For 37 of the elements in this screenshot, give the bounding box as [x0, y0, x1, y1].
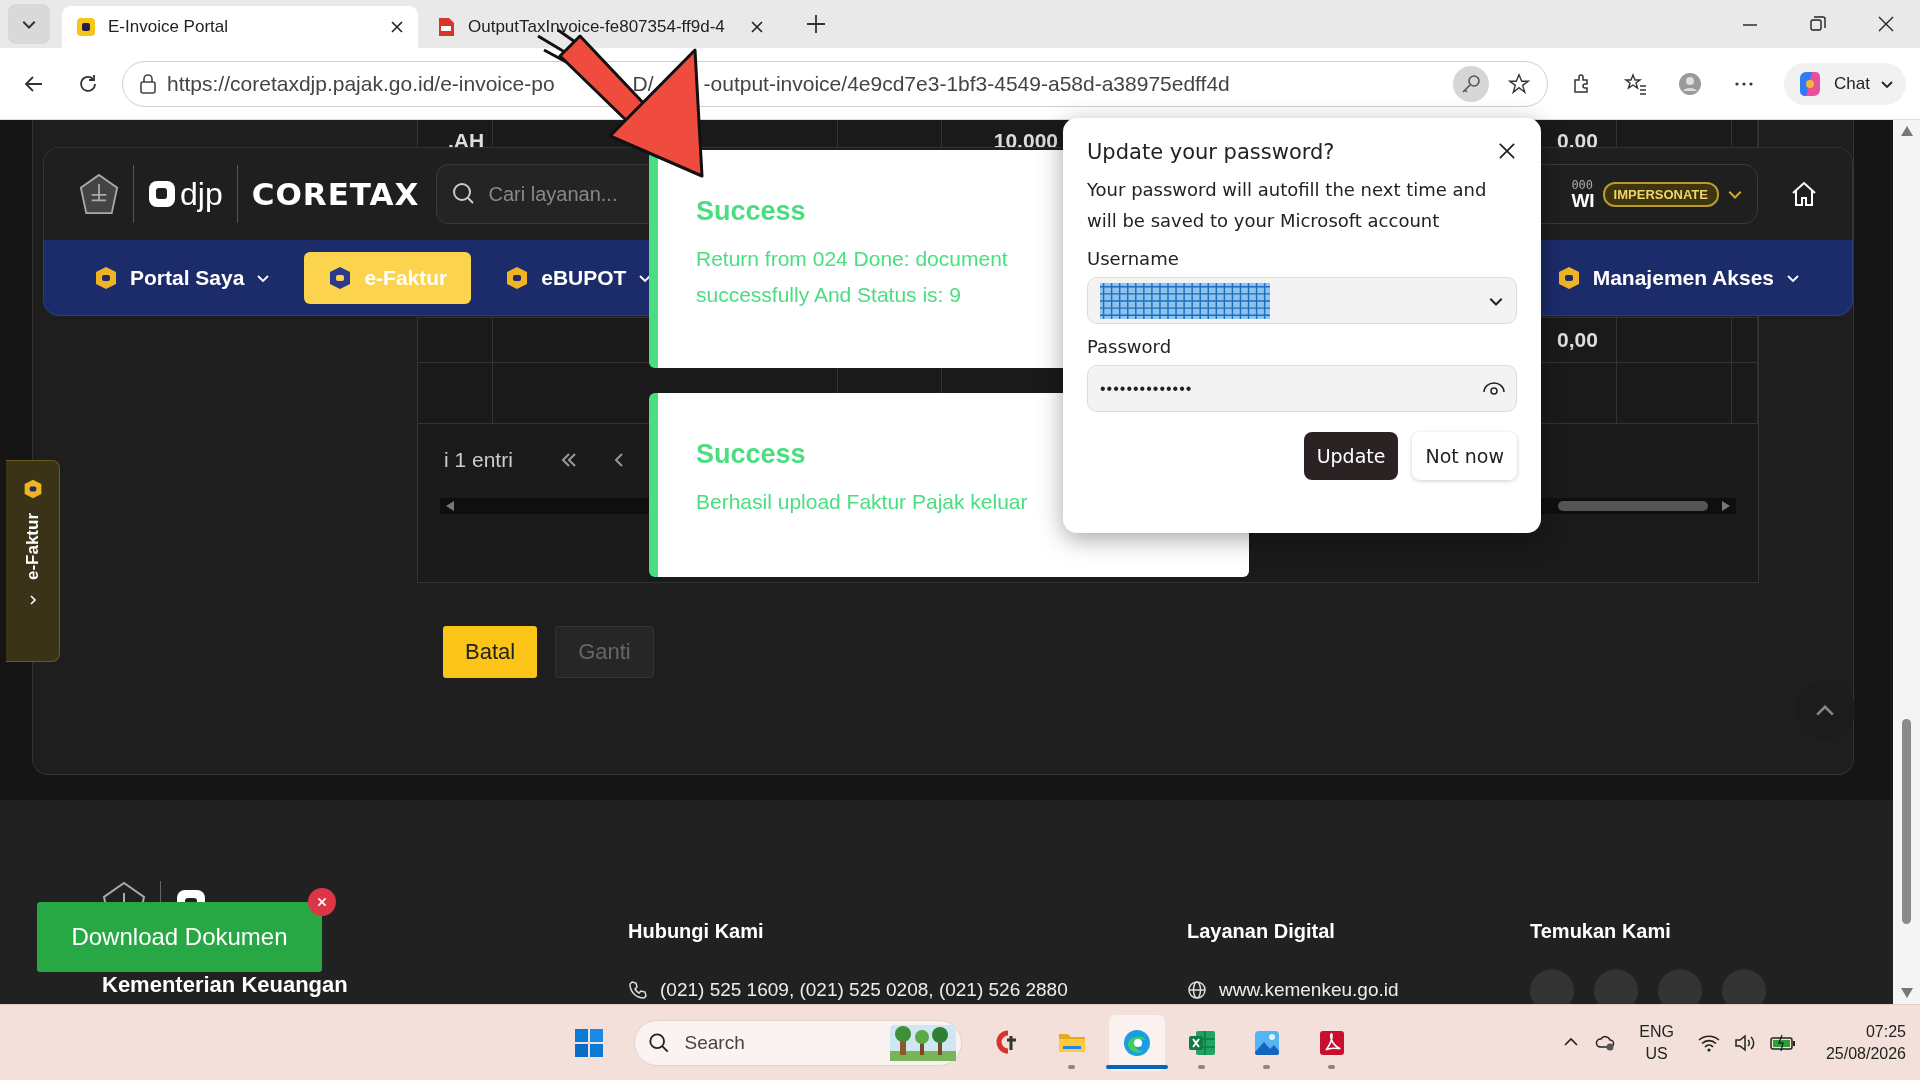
nav-menu-item[interactable]: Manajemen Akses	[1544, 251, 1812, 304]
url-text: https://coretaxdjp.pajak.go.id/e-invoice-po	[167, 71, 555, 96]
language-button[interactable]: ENG US	[1639, 1021, 1674, 1065]
logo-text: djp	[180, 175, 223, 213]
chat-button[interactable]: Chat	[1784, 62, 1906, 105]
tab-title: E-Invoice Portal	[108, 17, 229, 37]
not-now-button[interactable]: Not now	[1412, 432, 1517, 480]
field-label: Password	[1087, 336, 1173, 357]
url-text: D/	[632, 71, 654, 96]
clock[interactable]: 07:25 25/08/2026	[1825, 1021, 1906, 1065]
update-button[interactable]: Update	[1303, 432, 1399, 480]
footer-heading: Temukan Kami	[1530, 920, 1672, 943]
password-field[interactable]: ••••••••••••••	[1087, 365, 1517, 412]
toast-message: Berhasil upload Faktur Pajak keluar	[696, 489, 1028, 515]
organization-name: Kementerian Keuangan	[102, 972, 349, 998]
dialog-title: Update your password?	[1087, 140, 1335, 164]
phone-numbers: (021) 525 1609, (021) 525 0208, (021) 526 2880	[660, 979, 1068, 1001]
field-label: Username	[1087, 248, 1180, 269]
toast-message: Return from 024 Done: document	[696, 246, 1008, 272]
tab-title: OutputTaxInvoice-fe807354-ff9d-4	[468, 17, 726, 37]
cancel-button[interactable]: Batal	[443, 626, 538, 678]
pager-text: i 1 entri	[444, 448, 513, 472]
brand-logo-text: CORETAX	[251, 176, 420, 212]
nav-menu-item[interactable]: Portal Saya	[82, 251, 283, 304]
side-tab-label: e-Faktur	[22, 513, 43, 581]
footer-heading: Layanan Digital	[1187, 920, 1336, 943]
footer-heading: Hubungi Kami	[628, 920, 765, 943]
website-link[interactable]: www.kemenkeu.go.id	[1219, 979, 1399, 1001]
user-name: WI	[1571, 190, 1595, 210]
user-id-text: 000	[1571, 178, 1595, 191]
toast-message: successfully And Status is: 9	[696, 282, 961, 308]
side-tab[interactable]: e-Faktur	[6, 460, 60, 662]
browser-tab[interactable]: E-Invoice Portal	[62, 6, 418, 48]
role-badge: IMPERSONATE	[1602, 181, 1719, 207]
browser-tab[interactable]: OutputTaxInvoice-fe807354-ff9d-4	[422, 6, 778, 48]
toast-title: Success	[696, 439, 806, 470]
url-text: -output-invoice/4e9cd7e3-1bf3-4549-a58d-a38975edff4d	[703, 71, 1230, 96]
